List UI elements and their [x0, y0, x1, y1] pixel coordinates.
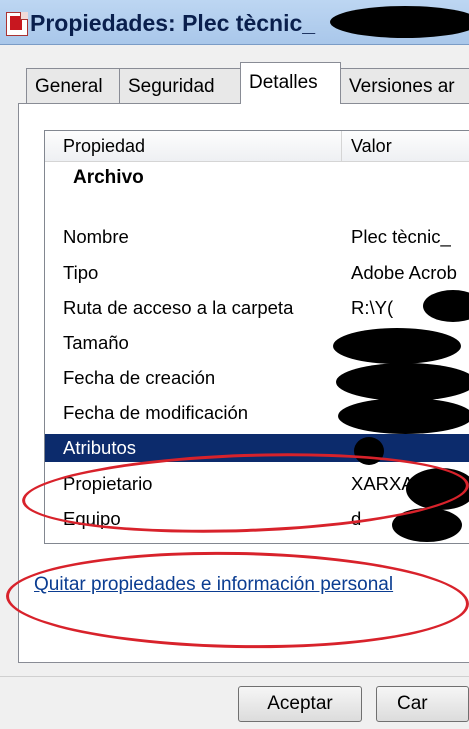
tab-versiones[interactable]: Versiones ar [340, 68, 469, 104]
tab-strip: General Seguridad Detalles Versiones ar [0, 58, 469, 104]
property-name: Ruta de acceso a la carpeta [63, 297, 294, 318]
table-row[interactable]: Nombre Plec tècnic_ [45, 223, 469, 251]
redaction-mark [336, 363, 469, 401]
footer-divider [0, 676, 469, 677]
property-name: Atributos [63, 437, 137, 458]
pdf-file-icon [6, 12, 28, 36]
group-header-archivo: Archivo [73, 167, 144, 188]
redaction-mark [330, 6, 469, 38]
table-row[interactable]: Ruta de acceso a la carpeta R:\Y( [45, 294, 469, 322]
property-name: Tamaño [63, 332, 129, 353]
property-name: Tipo [63, 262, 99, 283]
redaction-mark [338, 398, 469, 434]
property-value: Adobe Acrob [351, 262, 457, 283]
property-name: Fecha de creación [63, 367, 216, 388]
property-name: Fecha de modificación [63, 402, 249, 423]
property-name: Nombre [63, 226, 129, 247]
table-row[interactable]: Tipo Adobe Acrob [45, 259, 469, 287]
tab-general[interactable]: General [26, 68, 120, 104]
redaction-mark [333, 328, 461, 364]
column-header-property[interactable]: Propiedad [63, 131, 145, 161]
property-value: Plec tècnic_ [351, 226, 451, 247]
ok-button[interactable]: Aceptar [238, 686, 362, 722]
column-separator[interactable] [341, 131, 342, 161]
tab-detalles[interactable]: Detalles [240, 62, 341, 104]
cancel-button[interactable]: Car [376, 686, 469, 722]
tab-seguridad[interactable]: Seguridad [119, 68, 241, 104]
column-header-value[interactable]: Valor [351, 131, 392, 161]
property-value: R:\Y( [351, 297, 394, 318]
window-title: Propiedades: Plec tècnic_ [30, 10, 316, 36]
list-header: Propiedad Valor [45, 131, 469, 162]
title-bar: Propiedades: Plec tècnic_ [0, 0, 469, 45]
